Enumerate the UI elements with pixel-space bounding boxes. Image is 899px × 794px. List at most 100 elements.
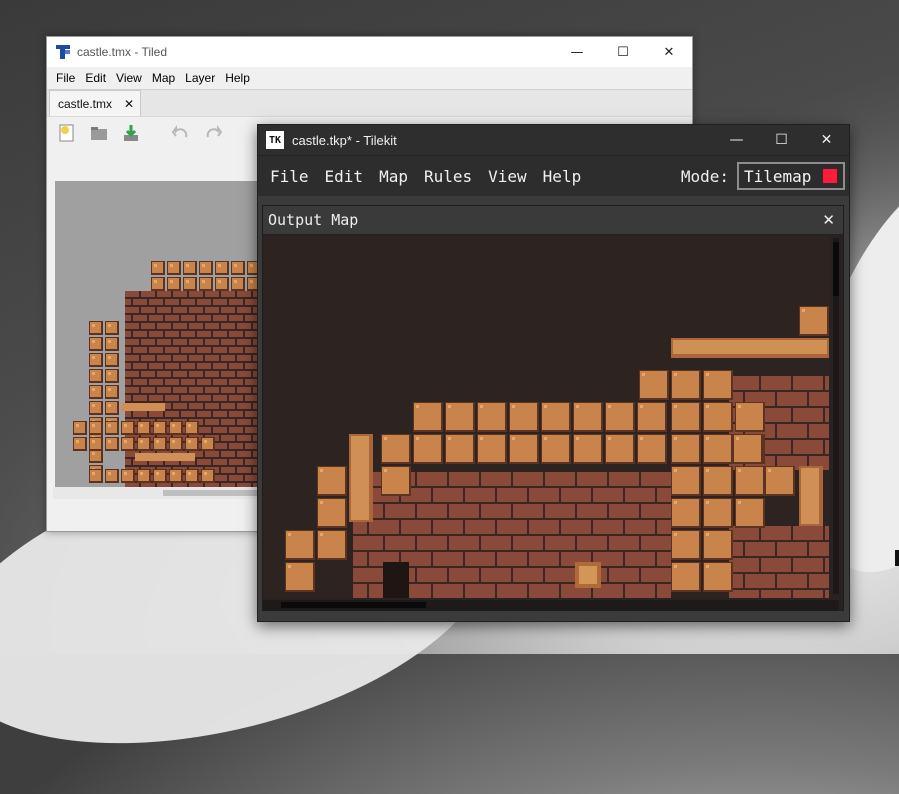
brick-tile: [401, 520, 431, 534]
block-tile-highlight: [92, 340, 95, 343]
menu-edit[interactable]: Edit: [317, 167, 372, 186]
menu-file[interactable]: File: [51, 71, 80, 85]
tiled-titlebar[interactable]: castle.tmx - Tiled — ☐ ✕: [47, 37, 692, 67]
block-tile-face: [122, 438, 133, 449]
brick-tile: [221, 355, 235, 361]
brick-tile: [229, 331, 243, 337]
block-tile-highlight: [250, 280, 253, 283]
block-tile-face: [138, 438, 149, 449]
brick-tile: [197, 411, 211, 417]
brick-tile: [237, 307, 251, 313]
brick-tile: [237, 291, 251, 297]
block-tile-highlight: [204, 472, 207, 475]
block-tile-highlight: [92, 440, 95, 443]
block-tile-highlight: [156, 440, 159, 443]
scrollbar-thumb[interactable]: [281, 602, 426, 608]
brick-tile: [133, 395, 147, 401]
open-folder-icon[interactable]: [87, 121, 111, 145]
menu-rules[interactable]: Rules: [416, 167, 480, 186]
block-tile-face: [216, 278, 227, 289]
brick-tile: [141, 323, 155, 329]
tilekit-window[interactable]: TK castle.tkp* - Tilekit — ☐ ✕ File Edit…: [257, 124, 850, 622]
block-tile-highlight: [92, 388, 95, 391]
brick-tile: [237, 403, 251, 409]
menu-view[interactable]: View: [480, 167, 535, 186]
tilekit-titlebar[interactable]: TK castle.tkp* - Tilekit — ☐ ✕: [258, 125, 849, 155]
brick-tile: [221, 419, 235, 425]
block-tile-face: [106, 422, 117, 433]
maximize-button[interactable]: ☐: [600, 37, 646, 67]
brick-tile: [657, 488, 671, 502]
brick-tile: [625, 488, 655, 502]
block-tile-highlight: [186, 280, 189, 283]
brick-tile: [761, 526, 791, 540]
block-tile-highlight: [76, 440, 79, 443]
tiled-map-canvas[interactable]: [55, 181, 260, 487]
brick-tile: [353, 552, 367, 566]
redo-icon[interactable]: [201, 121, 225, 145]
brick-tile: [125, 387, 139, 393]
brick-tile: [189, 371, 203, 377]
block-tile-highlight: [188, 472, 191, 475]
close-button[interactable]: ✕: [646, 37, 692, 67]
block-tile-highlight: [448, 437, 451, 440]
block-tile-highlight: [154, 264, 157, 267]
brick-tile: [237, 371, 251, 377]
block-tile-highlight: [92, 452, 95, 455]
brick-tile: [793, 408, 823, 422]
brick-tile: [149, 363, 163, 369]
menu-view[interactable]: View: [111, 71, 147, 85]
horizontal-scrollbar[interactable]: [263, 600, 839, 610]
brick-tile: [205, 387, 219, 393]
brick-tile: [165, 363, 179, 369]
minimize-button[interactable]: —: [554, 37, 600, 67]
tab-castle-tmx[interactable]: castle.tmx ✕: [49, 90, 141, 116]
new-map-icon[interactable]: [55, 121, 79, 145]
maximize-button[interactable]: ☐: [759, 125, 804, 155]
close-button[interactable]: ✕: [804, 125, 849, 155]
undo-icon[interactable]: [169, 121, 193, 145]
mode-selector[interactable]: Tilemap: [737, 162, 845, 190]
menu-layer[interactable]: Layer: [180, 71, 220, 85]
brick-tile: [221, 291, 235, 297]
block-tile-highlight: [706, 373, 709, 376]
mode-value: Tilemap: [744, 166, 812, 186]
panel-close-icon[interactable]: ✕: [822, 211, 835, 229]
brick-tile: [237, 467, 251, 473]
block-tile-highlight: [140, 424, 143, 427]
tiled-horizontal-scrollbar[interactable]: [53, 487, 263, 499]
brick-tile: [173, 403, 187, 409]
tab-close-icon[interactable]: ✕: [124, 97, 134, 111]
menu-help[interactable]: Help: [535, 167, 590, 186]
scrollbar-thumb[interactable]: [833, 242, 839, 296]
output-map-canvas[interactable]: [263, 236, 829, 598]
tiled-tab-bar: castle.tmx ✕: [47, 89, 692, 116]
brick-tile: [133, 363, 147, 369]
brick-tile: [545, 568, 575, 582]
menu-map[interactable]: Map: [147, 71, 180, 85]
scrollbar-thumb[interactable]: [163, 490, 258, 496]
tilekit-window-title: castle.tkp* - Tilekit: [292, 132, 397, 148]
block-tile-face: [152, 262, 163, 273]
brick-tile: [205, 371, 219, 377]
menu-edit[interactable]: Edit: [80, 71, 111, 85]
menu-help[interactable]: Help: [220, 71, 255, 85]
brick-tile: [809, 392, 829, 406]
block-tile-highlight: [674, 405, 677, 408]
block-tile-face: [106, 370, 117, 381]
block-tile-highlight: [108, 340, 111, 343]
block-tile-highlight: [608, 437, 611, 440]
menu-file[interactable]: File: [262, 167, 317, 186]
save-icon[interactable]: [119, 121, 143, 145]
mouse-cursor: [895, 550, 899, 566]
minimize-button[interactable]: —: [714, 125, 759, 155]
brick-tile: [213, 395, 227, 401]
brick-tile: [657, 584, 671, 598]
brick-tile: [149, 347, 163, 353]
block-tile-highlight: [172, 440, 175, 443]
menu-map[interactable]: Map: [371, 167, 416, 186]
brick-tile: [449, 472, 479, 486]
block-tile-highlight: [288, 533, 291, 536]
block-tile-highlight: [384, 469, 387, 472]
vertical-scrollbar[interactable]: [833, 238, 839, 594]
